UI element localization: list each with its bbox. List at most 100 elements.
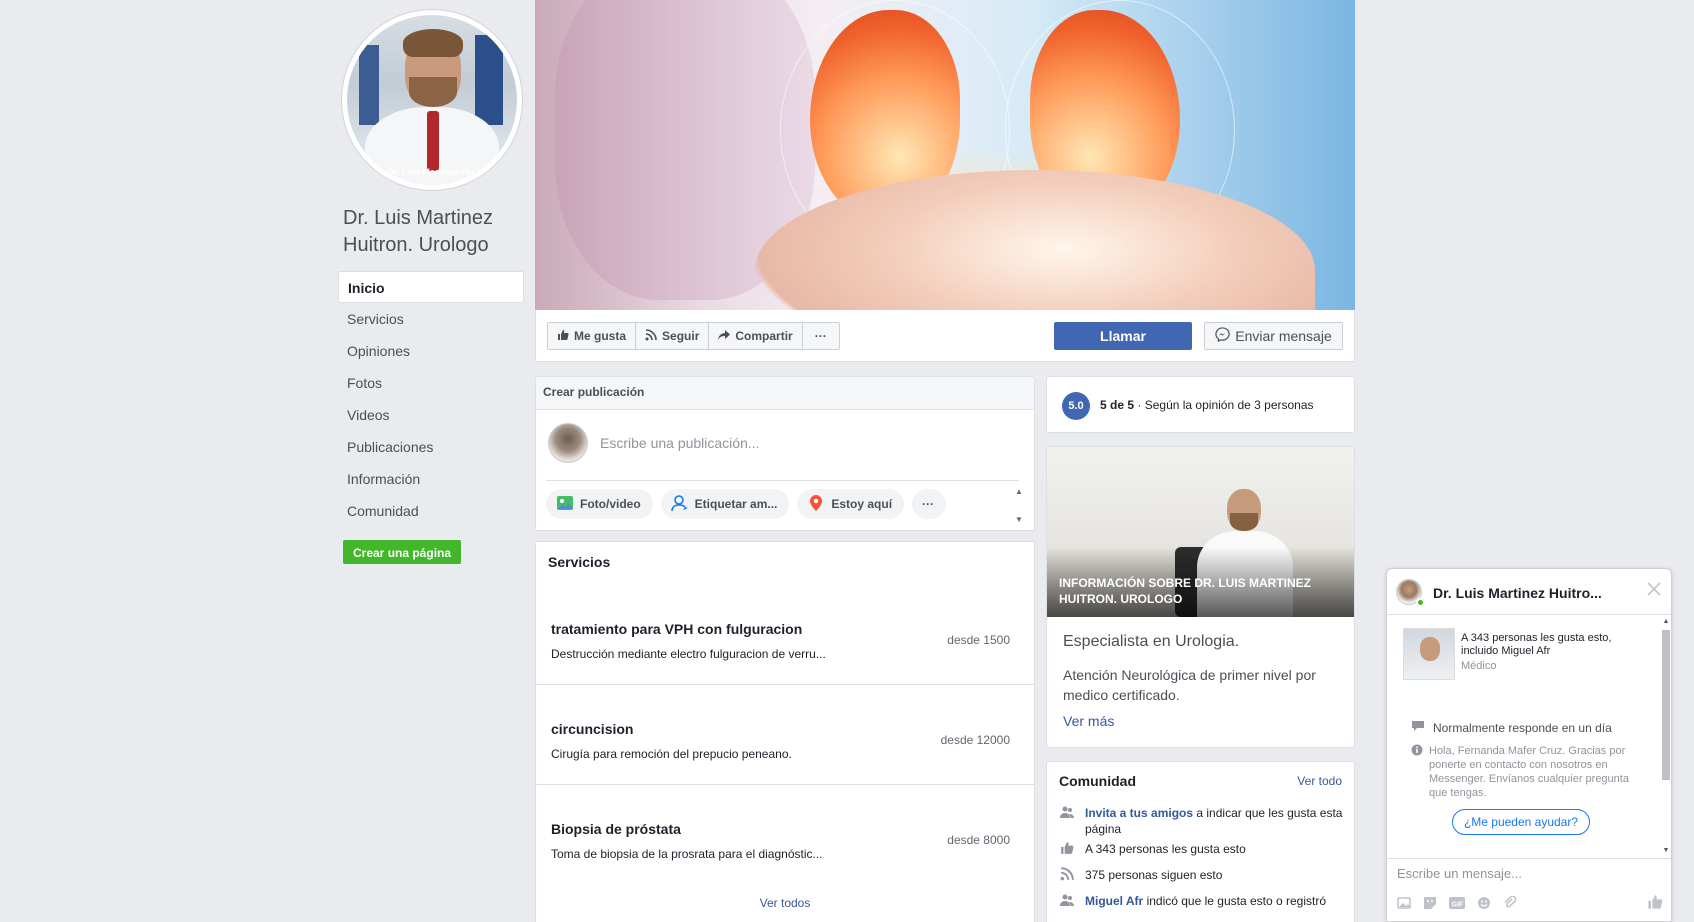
friend-name-link[interactable]: Miguel Afr — [1085, 894, 1143, 908]
chat-header[interactable]: Dr. Luis Martinez Huitro... — [1387, 569, 1671, 615]
about-see-more-link[interactable]: Ver más — [1063, 713, 1114, 729]
nav-item-servicios[interactable]: Servicios — [338, 303, 524, 335]
welcome-message: Hola, Fernanda Mafer Cruz. Gracias por p… — [1411, 744, 1631, 800]
about-specialty: Especialista en Urologia. — [1063, 633, 1240, 650]
service-name: tratamiento para VPH con fulguracion — [551, 621, 803, 637]
service-description: Toma de biopsia de la prosrata para el d… — [551, 847, 823, 861]
call-button[interactable]: Llamar — [1054, 322, 1192, 350]
avatar-background-panel — [359, 45, 379, 125]
send-like-icon[interactable] — [1647, 894, 1663, 915]
rating-out-of: 5 de 5 — [1100, 398, 1135, 412]
chat-likes-text: A 343 personas les gusta esto, incluido … — [1461, 632, 1612, 657]
community-card: Comunidad Ver todo Invita a tus amigos a… — [1046, 761, 1355, 922]
chat-scrollbar[interactable]: ▲ ▼ — [1661, 616, 1671, 856]
quick-reply-button[interactable]: ¿Me pueden ayudar? — [1452, 809, 1590, 835]
messenger-chat-window: Dr. Luis Martinez Huitro... A 343 person… — [1386, 568, 1672, 922]
rating-card[interactable]: 5.0 5 de 5 · Según la opinión de 3 perso… — [1046, 376, 1355, 433]
service-name: circuncision — [551, 721, 634, 737]
share-button[interactable]: Compartir — [709, 323, 803, 349]
create-post-header: Crear publicación — [536, 377, 1034, 410]
nav-item-opiniones[interactable]: Opiniones — [338, 335, 524, 367]
friends-icon — [1059, 893, 1075, 909]
cover-photo[interactable] — [535, 0, 1355, 310]
nav-item-fotos[interactable]: Fotos — [338, 367, 524, 399]
gif-icon[interactable]: GIF — [1449, 896, 1465, 913]
avatar-beard — [409, 77, 457, 107]
share-label: Compartir — [735, 329, 793, 343]
chat-body: A 343 personas les gusta esto, incluido … — [1387, 616, 1671, 856]
post-input[interactable]: Escribe una publicación... — [600, 435, 760, 451]
composer-scroll-arrows[interactable]: ▲ ▼ — [1014, 485, 1024, 525]
profile-picture[interactable]: Dr. Luis Martinez Hu... — [342, 10, 522, 190]
community-view-all-link[interactable]: Ver todo — [1297, 774, 1342, 788]
create-post-card: Crear publicación Escribe una publicació… — [535, 376, 1035, 531]
nav-item-videos[interactable]: Videos — [338, 399, 524, 431]
check-in-label: Estoy aquí — [831, 497, 893, 511]
image-icon[interactable] — [1397, 896, 1411, 913]
services-view-all-link[interactable]: Ver todos — [536, 896, 1034, 910]
invite-friends-link[interactable]: Invita a tus amigos — [1085, 806, 1193, 820]
avatar-watermark: Dr. Luis Martinez Hu... — [387, 167, 482, 177]
about-photo[interactable]: INFORMACIÓN SOBRE DR. LUIS MARTINEZ HUIT… — [1047, 447, 1354, 617]
response-time-text: Normalmente responde en un día — [1433, 720, 1612, 735]
sticker-icon[interactable] — [1423, 896, 1437, 913]
community-row: 375 personas siguen esto — [1059, 867, 1344, 883]
nav-item-comunidad[interactable]: Comunidad — [338, 495, 524, 527]
message-input[interactable]: Escribe un mensaje... — [1387, 858, 1671, 888]
nav-item-informacion[interactable]: Información — [338, 463, 524, 495]
community-title: Comunidad — [1059, 773, 1136, 789]
friend-activity-rest: indicó que le gusta esto o registró — [1146, 894, 1327, 908]
rating-summary: 5 de 5 · Según la opinión de 3 personas — [1100, 398, 1314, 412]
close-icon[interactable] — [1647, 579, 1661, 602]
community-likes-count: A 343 personas les gusta esto — [1085, 842, 1246, 856]
services-title: Servicios — [548, 554, 611, 570]
send-message-button[interactable]: Enviar mensaje — [1204, 322, 1343, 350]
about-card: INFORMACIÓN SOBRE DR. LUIS MARTINEZ HUIT… — [1046, 446, 1355, 748]
tag-friends-button[interactable]: Etiquetar am... — [660, 489, 790, 519]
service-item[interactable]: Biopsia de próstata Toma de biopsia de l… — [536, 785, 1034, 885]
service-price: desde 12000 — [940, 733, 1010, 747]
share-arrow-icon — [718, 329, 731, 344]
nav-item-publicaciones[interactable]: Publicaciones — [338, 431, 524, 463]
photo-video-button[interactable]: Foto/video — [546, 489, 653, 519]
avatar: Dr. Luis Martinez Hu... — [347, 15, 517, 185]
check-in-button[interactable]: Estoy aquí — [797, 489, 905, 519]
messenger-icon — [1215, 327, 1230, 345]
speech-bubble-icon — [1411, 720, 1425, 735]
page-actions-group: Me gusta Seguir Compartir ··· — [547, 322, 840, 350]
rss-icon — [1059, 867, 1075, 883]
nav-item-inicio[interactable]: Inicio — [338, 271, 524, 303]
follow-button[interactable]: Seguir — [636, 323, 710, 349]
create-page-button[interactable]: Crear una página — [343, 540, 462, 564]
scrollbar-thumb[interactable] — [1662, 630, 1670, 780]
community-row: Invita a tus amigos a indicar que les gu… — [1059, 805, 1344, 837]
about-photo-label: INFORMACIÓN SOBRE DR. LUIS MARTINEZ HUIT… — [1059, 576, 1311, 606]
follow-label: Seguir — [662, 329, 700, 343]
attachment-icon[interactable] — [1503, 894, 1517, 913]
send-message-label: Enviar mensaje — [1235, 328, 1332, 344]
service-item[interactable]: tratamiento para VPH con fulguracion Des… — [536, 585, 1034, 685]
rating-text: Según la opinión de 3 personas — [1144, 398, 1314, 412]
composer-more-button[interactable]: ··· — [912, 489, 947, 519]
location-pin-icon — [807, 494, 825, 515]
chat-contact-name: Dr. Luis Martinez Huitro... — [1433, 585, 1602, 601]
scroll-up-arrow[interactable]: ▲ — [1661, 618, 1671, 625]
community-followers-count: 375 personas siguen esto — [1085, 868, 1223, 882]
more-options-button[interactable]: ··· — [803, 323, 839, 349]
page-thumbnail — [1403, 628, 1455, 680]
composer-tools: Foto/video Etiquetar am... Estoy aquí ··… — [546, 480, 1019, 522]
emoji-icon[interactable] — [1477, 896, 1491, 913]
services-card: Servicios tratamiento para VPH con fulgu… — [535, 541, 1035, 922]
page-title[interactable]: Dr. Luis Martinez Huitron. Urologo — [343, 205, 523, 259]
scroll-down-arrow[interactable]: ▼ — [1661, 847, 1671, 854]
chat-toolbar: GIF — [1397, 892, 1663, 916]
like-page-label: Me gusta — [574, 329, 627, 343]
response-time: Normalmente responde en un día — [1411, 720, 1612, 735]
like-page-button[interactable]: Me gusta — [548, 323, 637, 349]
svg-text:GIF: GIF — [1452, 901, 1464, 908]
service-item[interactable]: circuncision Cirugía para remoción del p… — [536, 685, 1034, 785]
page-action-bar: Me gusta Seguir Compartir ··· Llamar Env… — [535, 310, 1355, 362]
rating-score-badge: 5.0 — [1062, 392, 1090, 420]
avatar-background-window — [475, 35, 503, 125]
service-name: Biopsia de próstata — [551, 821, 681, 837]
